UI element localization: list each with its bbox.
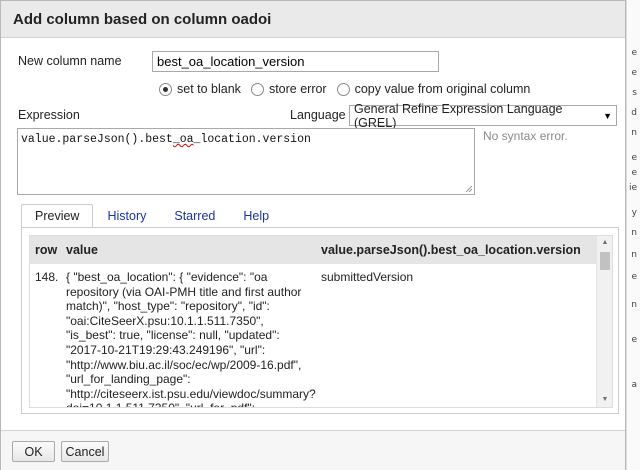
radio-option-store-error[interactable]: store error (250, 82, 327, 96)
radio-option-copy-value[interactable]: copy value from original column (336, 82, 531, 96)
language-select-value: General Refine Expression Language (GREL… (354, 101, 563, 130)
background-char: n (631, 228, 637, 238)
radio-label: copy value from original column (354, 82, 531, 96)
background-char: e (631, 168, 637, 178)
syntax-status: No syntax error. (483, 129, 568, 143)
language-select[interactable]: General Refine Expression Language (GREL… (349, 102, 617, 130)
background-char: e (631, 335, 637, 345)
tab-preview[interactable]: Preview (21, 204, 94, 228)
chevron-down-icon: ▼ (603, 110, 612, 121)
radio-copy-value[interactable] (336, 82, 350, 96)
scroll-up-arrow-icon[interactable]: ▲ (597, 236, 612, 250)
dialog-title: Add column based on column oadoi (13, 10, 272, 28)
language-label: Language (290, 108, 346, 122)
background-char: d (631, 108, 637, 118)
preview-table-header: row value value.parseJson().best_oa_loca… (30, 236, 597, 264)
background-char: e (631, 272, 637, 282)
tab-starred[interactable]: Starred (160, 204, 229, 228)
background-page-edge: e e s d n e e ie y n n e n e a (626, 0, 640, 470)
background-char: s (632, 88, 637, 98)
expression-label: Expression (18, 108, 80, 122)
cancel-button[interactable]: Cancel (61, 441, 109, 462)
background-char: a (631, 380, 637, 390)
tab-history[interactable]: History (93, 204, 160, 228)
table-row: 148. { "best_oa_location": { "evidence":… (30, 264, 597, 407)
preview-table: row value value.parseJson().best_oa_loca… (29, 235, 613, 408)
scroll-down-arrow-icon[interactable]: ▼ (597, 393, 612, 407)
background-char: e (631, 48, 637, 58)
dialog-header[interactable]: Add column based on column oadoi (1, 1, 625, 38)
radio-store-error[interactable] (250, 82, 264, 96)
background-char: y (631, 208, 637, 218)
background-char: e (631, 153, 637, 163)
background-char: n (631, 300, 637, 310)
column-header-row: row (35, 243, 58, 257)
tab-help[interactable]: Help (229, 204, 283, 228)
add-column-dialog: Add column based on column oadoi New col… (0, 0, 626, 470)
radio-label: set to blank (177, 82, 241, 96)
expression-text-misspelled: _oa (172, 133, 194, 146)
column-header-value: value (66, 243, 98, 257)
radio-set-to-blank[interactable] (159, 82, 172, 96)
expression-tabs: Preview History Starred Help (21, 204, 283, 228)
new-column-name-label: New column name (18, 54, 122, 68)
radio-label: store error (268, 82, 327, 96)
expression-textarea[interactable]: value.parseJson().best_oa_location.versi… (17, 128, 475, 195)
row-number: 148. (35, 270, 59, 284)
expression-text-part: value.parseJson().best (21, 133, 173, 146)
row-value: { "best_oa_location": { "evidence": "oa … (66, 270, 316, 407)
new-column-name-input[interactable] (152, 51, 439, 72)
dialog-footer: OK Cancel (1, 430, 625, 470)
preview-panel: row value value.parseJson().best_oa_loca… (21, 227, 619, 414)
dialog-body: New column name set to blank store error… (1, 38, 625, 430)
background-char: ie (628, 183, 637, 193)
column-header-result: value.parseJson().best_oa_location.versi… (321, 243, 581, 257)
ok-button[interactable]: OK (12, 441, 55, 462)
background-char: n (631, 250, 637, 260)
row-result: submittedVersion (321, 270, 414, 284)
on-error-options: set to blank store error copy value from… (159, 82, 540, 96)
radio-option-set-to-blank[interactable]: set to blank (159, 82, 241, 96)
preview-scrollbar[interactable]: ▲ ▼ (596, 236, 612, 407)
scrollbar-thumb[interactable] (600, 252, 610, 270)
background-char: e (631, 68, 637, 78)
background-char: n (631, 128, 637, 138)
expression-text-part: _location.version (193, 133, 311, 146)
resize-handle-icon[interactable] (465, 185, 473, 193)
